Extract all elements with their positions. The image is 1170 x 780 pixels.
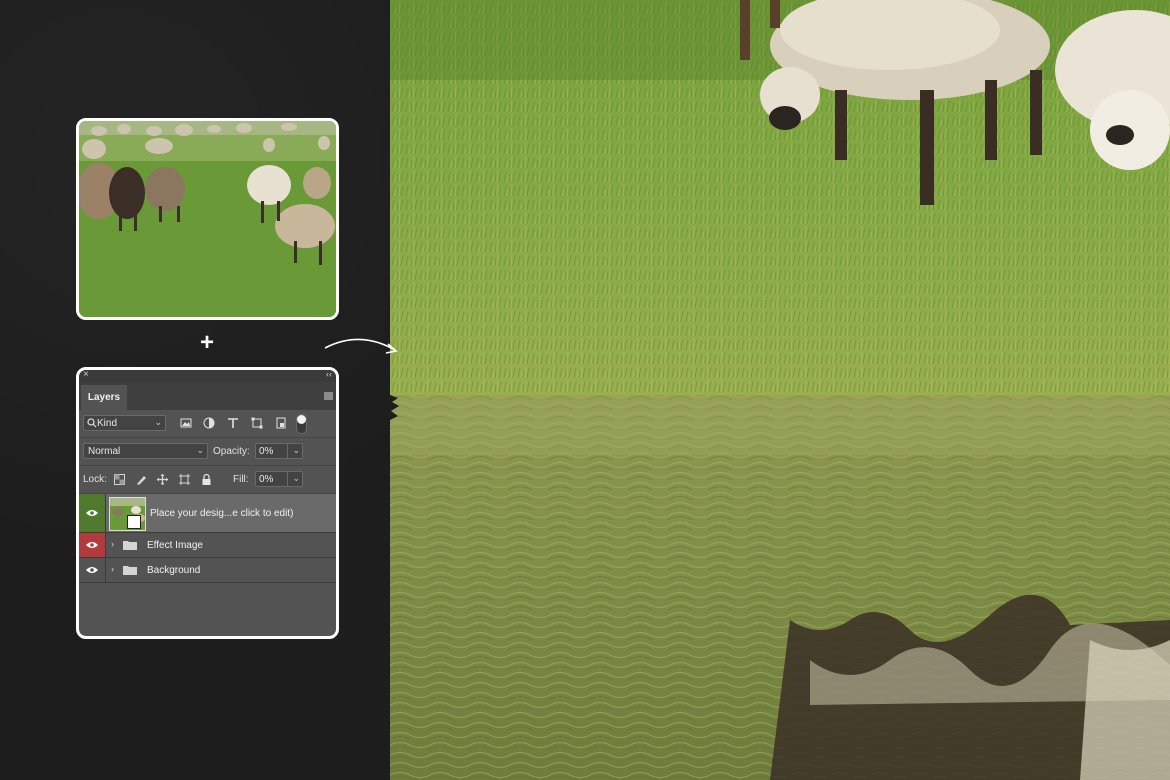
smart-object-filter-icon[interactable] — [275, 417, 287, 429]
opacity-input[interactable]: 0% ⌄ — [255, 443, 303, 459]
lock-image-pixels-icon[interactable] — [136, 474, 147, 485]
opacity-label: Opacity: — [213, 446, 250, 457]
filter-kind-select[interactable]: Kind ⌄ — [83, 415, 166, 431]
tab-layers[interactable]: Layers — [81, 385, 127, 410]
filter-row: Kind ⌄ — [79, 410, 336, 438]
lock-all-icon[interactable] — [201, 474, 212, 485]
lock-label: Lock: — [83, 474, 107, 485]
expand-chevron-icon[interactable]: › — [111, 564, 114, 574]
visibility-toggle[interactable] — [79, 558, 106, 582]
fill-input[interactable]: 0% ⌄ — [255, 471, 303, 487]
adjustment-filter-icon[interactable] — [203, 417, 215, 429]
image-filter-icon[interactable] — [180, 417, 192, 429]
lock-artboard-icon[interactable] — [179, 474, 190, 485]
effect-preview-image — [390, 0, 1170, 780]
chevron-down-icon[interactable]: ⌄ — [292, 473, 300, 484]
layer-row-smart-object[interactable]: Place your desig...e click to edit) — [79, 494, 336, 533]
type-filter-icon[interactable] — [227, 417, 239, 429]
fill-value: 0% — [259, 473, 274, 485]
blend-mode-select[interactable]: Normal ⌄ — [83, 443, 208, 459]
blend-row: Normal ⌄ Opacity: 0% ⌄ — [79, 438, 336, 466]
layer-name[interactable]: Place your desig...e click to edit) — [150, 494, 293, 532]
folder-icon — [123, 541, 137, 550]
fill-label: Fill: — [233, 474, 249, 485]
layer-row-effect-image[interactable]: › Effect Image — [79, 533, 336, 558]
opacity-value: 0% — [259, 445, 274, 457]
chevron-down-icon: ⌄ — [196, 445, 204, 455]
blend-mode-value: Normal — [88, 445, 121, 457]
collapse-panel-icon[interactable]: ‹‹ — [326, 370, 332, 379]
shape-filter-icon[interactable] — [251, 417, 263, 429]
eye-icon — [86, 542, 98, 548]
layers-panel: × ‹‹ Layers Kind ⌄ Normal ⌄ Opacity: 0% … — [76, 367, 339, 639]
layer-name[interactable]: Effect Image — [147, 533, 203, 557]
lock-transparency-icon[interactable] — [114, 474, 125, 485]
filter-toggle[interactable] — [296, 414, 307, 434]
visibility-toggle[interactable] — [79, 533, 106, 557]
chevron-down-icon: ⌄ — [154, 417, 162, 427]
panel-tab-bar: Layers — [79, 382, 336, 410]
eye-icon — [86, 567, 98, 573]
lock-position-icon[interactable] — [157, 474, 168, 485]
panel-menu-icon[interactable] — [324, 392, 333, 400]
folder-icon — [123, 566, 137, 575]
source-photo-thumbnail — [76, 118, 339, 320]
search-icon — [87, 418, 97, 428]
filter-kind-label: Kind — [97, 417, 118, 429]
layer-name[interactable]: Background — [147, 558, 200, 582]
layer-row-background[interactable]: › Background — [79, 558, 336, 583]
lock-row: Lock: Fill: 0% ⌄ — [79, 466, 336, 494]
visibility-toggle[interactable] — [79, 494, 106, 532]
smart-object-badge-icon — [127, 515, 141, 529]
expand-chevron-icon[interactable]: › — [111, 539, 114, 549]
eye-icon — [86, 510, 98, 516]
plus-icon: + — [199, 329, 214, 356]
chevron-down-icon[interactable]: ⌄ — [292, 445, 300, 456]
close-panel-icon[interactable]: × — [83, 370, 89, 380]
curved-arrow-icon — [324, 338, 398, 354]
panel-title-bar: × ‹‹ — [79, 370, 336, 382]
